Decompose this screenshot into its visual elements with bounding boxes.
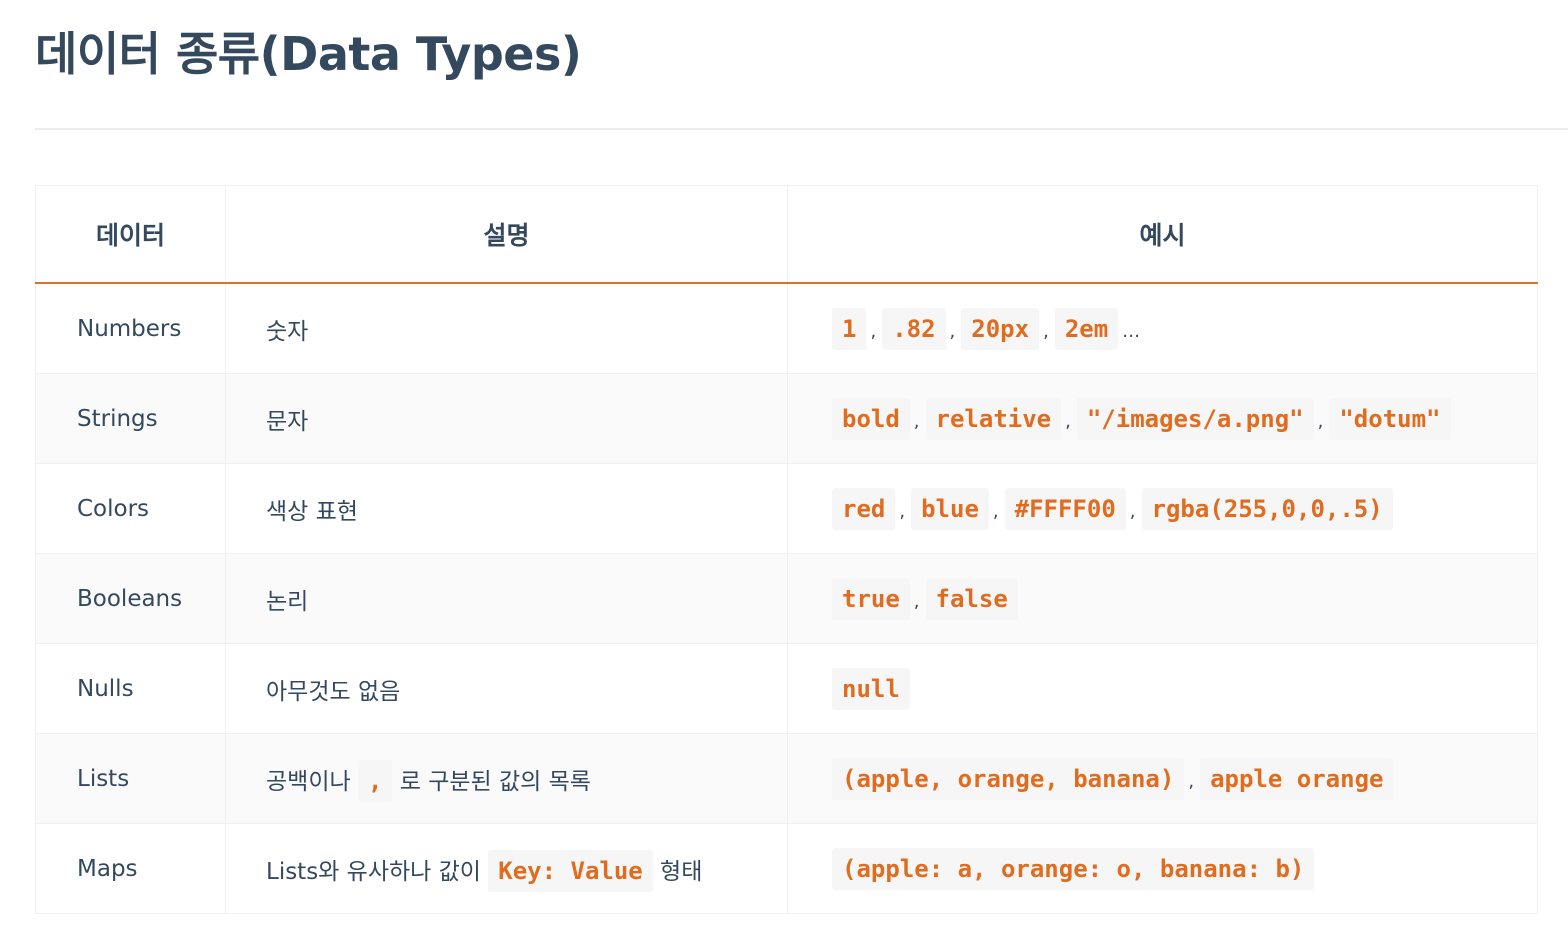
description-text: 색상 표현: [266, 498, 358, 525]
table-row: Lists 공백이나 , 로 구분된 값의 목록 (apple, orange, b…: [35, 733, 1538, 824]
description-text: 아무것도 없음: [266, 678, 401, 705]
description-text: 문자: [266, 408, 309, 435]
example-cell: 1, .82, 20px, 2em…: [787, 282, 1538, 374]
table-row: Strings 문자 bold, relative, "/images/a.png", "…: [35, 373, 1538, 464]
example-code: true: [832, 577, 910, 620]
title-divider: [35, 128, 1568, 130]
example-code: 20px: [961, 307, 1040, 350]
data-type-cell: Maps: [35, 823, 226, 914]
description-text: 로 구분된 값의 목록: [392, 768, 591, 795]
example-cell: bold, relative, "/images/a.png", "dotum": [787, 373, 1538, 464]
example-code: red: [832, 487, 896, 530]
separator: ,: [1065, 410, 1071, 432]
description-cell: 공백이나 , 로 구분된 값의 목록: [225, 733, 788, 824]
description-text: 논리: [266, 588, 309, 615]
separator: ,: [949, 320, 956, 342]
separator: ,: [1188, 770, 1195, 792]
ellipsis: …: [1122, 320, 1141, 342]
example-code: bold: [832, 397, 910, 440]
table-row: Booleans 논리 true, false: [35, 553, 1538, 644]
table-row: Maps Lists와 유사하나 값이 Key: Value 형태 (apple: …: [35, 823, 1538, 914]
example-code: "dotum": [1329, 397, 1451, 440]
table-row: Numbers 숫자 1, .82, 20px, 2em…: [35, 282, 1538, 374]
description-cell: 아무것도 없음: [225, 643, 788, 734]
description-cell: 논리: [225, 553, 788, 644]
table-row: Nulls 아무것도 없음 null: [35, 643, 1538, 734]
description-cell: Lists와 유사하나 값이 Key: Value 형태: [225, 823, 788, 914]
page-title: 데이터 종류(Data Types): [35, 27, 582, 81]
description-text: Lists와 유사하나 값이: [266, 858, 489, 885]
example-cell: (apple, orange, banana), apple orange: [787, 733, 1538, 824]
data-types-table: 데이터 설명 예시 Numbers 숫자 1, .82, 20px, 2em… String…: [35, 185, 1538, 914]
inline-code: ,: [357, 759, 393, 802]
data-type-cell: Booleans: [35, 553, 226, 644]
header-description: 설명: [225, 185, 788, 284]
separator: ,: [899, 500, 906, 522]
table-header-row: 데이터 설명 예시: [35, 185, 1538, 284]
separator: ,: [870, 320, 877, 342]
separator: ,: [1043, 320, 1049, 342]
example-cell: true, false: [787, 553, 1538, 644]
example-code: apple orange: [1200, 757, 1394, 800]
description-text: 숫자: [266, 318, 309, 345]
example-cell: (apple: a, orange: o, banana: b): [787, 823, 1538, 914]
data-type-cell: Colors: [35, 463, 226, 554]
example-code: "/images/a.png": [1076, 397, 1314, 440]
separator: ,: [1129, 500, 1136, 522]
description-text: 형태: [652, 858, 703, 885]
inline-code: Key: Value: [488, 849, 653, 892]
example-code: null: [832, 667, 910, 710]
header-data: 데이터: [35, 185, 226, 284]
description-text: 공백이나: [266, 768, 358, 795]
data-type-cell: Nulls: [35, 643, 226, 734]
data-type-cell: Strings: [35, 373, 226, 464]
example-code: .82: [882, 307, 946, 350]
example-code: (apple, orange, banana): [832, 757, 1185, 800]
example-cell: null: [787, 643, 1538, 734]
separator: ,: [913, 410, 920, 432]
description-cell: 색상 표현: [225, 463, 788, 554]
data-type-cell: Numbers: [35, 282, 226, 374]
example-cell: red, blue, #FFFF00, rgba(255,0,0,.5): [787, 463, 1538, 554]
description-cell: 문자: [225, 373, 788, 464]
example-code: 1: [832, 307, 867, 350]
header-example: 예시: [787, 185, 1538, 284]
table-row: Colors 색상 표현 red, blue, #FFFF00, rgba(255,0,0…: [35, 463, 1538, 554]
example-code: #FFFF00: [1004, 487, 1126, 530]
separator: ,: [913, 590, 920, 612]
example-code: relative: [925, 397, 1062, 440]
example-code: 2em: [1054, 307, 1119, 350]
separator: ,: [992, 500, 999, 522]
example-code: rgba(255,0,0,.5): [1141, 487, 1393, 530]
example-code: blue: [911, 487, 989, 530]
example-code: false: [925, 577, 1018, 620]
example-code: (apple: a, orange: o, banana: b): [832, 847, 1315, 890]
separator: ,: [1317, 410, 1324, 432]
data-type-cell: Lists: [35, 733, 226, 824]
description-cell: 숫자: [225, 282, 788, 374]
